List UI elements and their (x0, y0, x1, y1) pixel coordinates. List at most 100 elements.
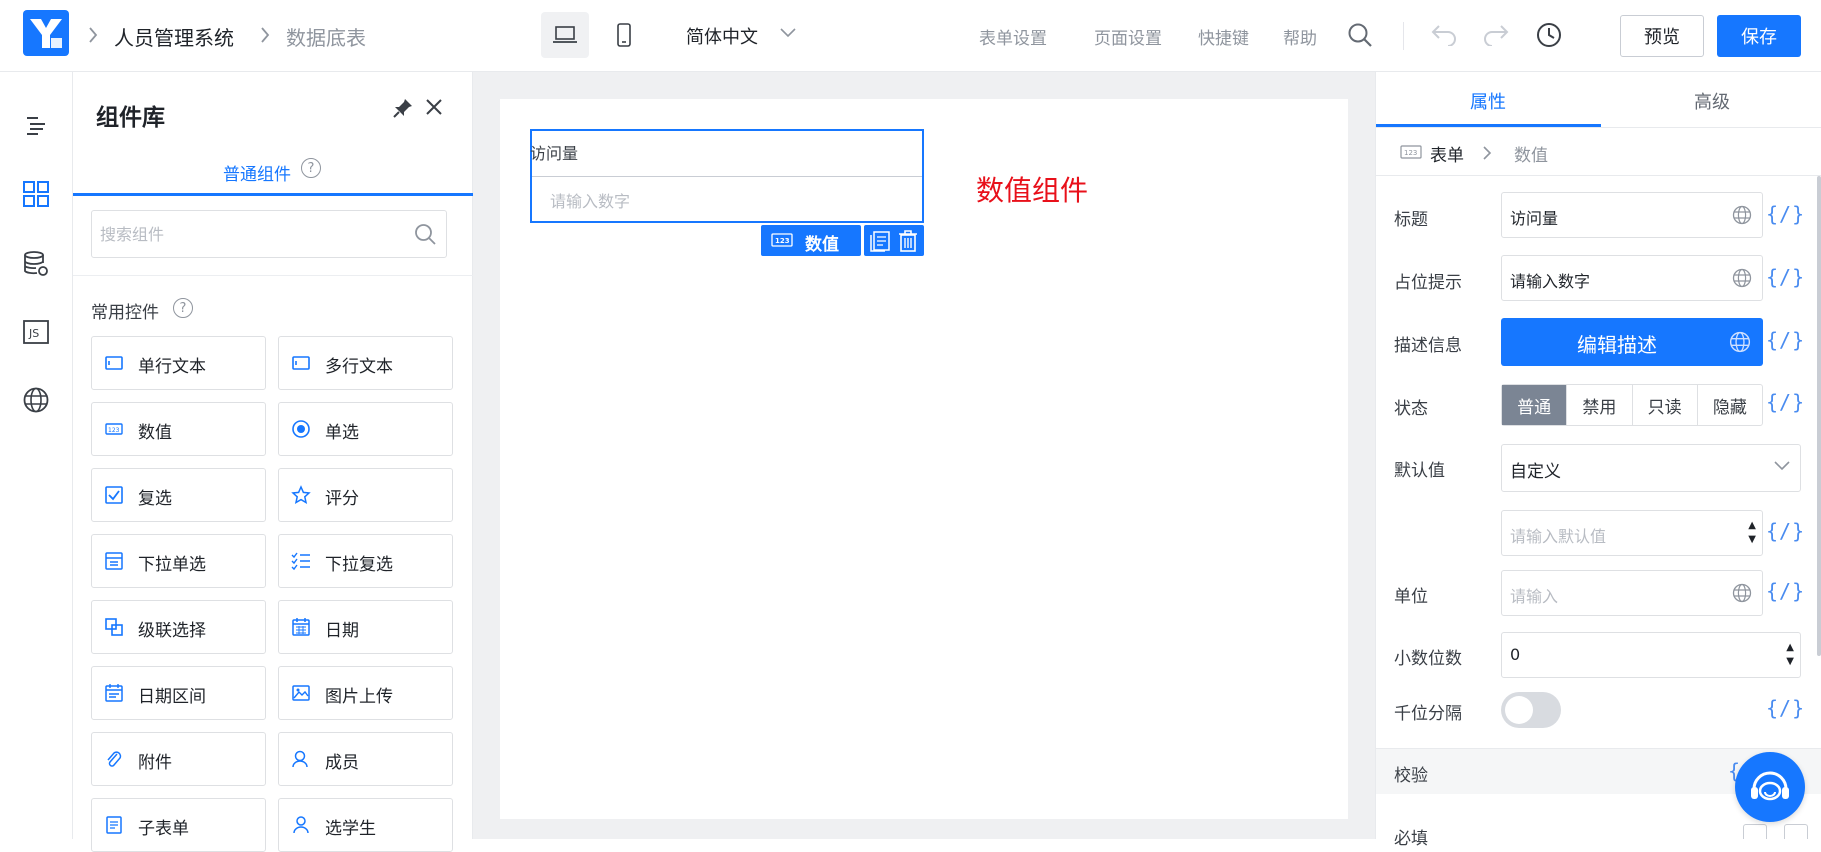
default-value-label: 默认值 (1394, 461, 1445, 481)
component-item[interactable]: 子表单 (91, 798, 266, 852)
desktop-view-button[interactable] (541, 12, 589, 58)
title-input[interactable]: 访问量 (1501, 192, 1763, 238)
help-link[interactable]: 帮助 (1283, 24, 1317, 49)
component-item[interactable]: 123 数值 (91, 402, 266, 456)
edit-description-label: 编辑描述 (1577, 333, 1657, 357)
formula-button[interactable]: {/} (1766, 696, 1805, 720)
unit-input[interactable]: 请输入 (1501, 570, 1763, 616)
user-icon (292, 750, 308, 768)
chevron-down-icon[interactable] (780, 28, 796, 38)
component-item[interactable]: 单行文本 (91, 336, 266, 390)
student-icon (293, 816, 309, 834)
section-title: 常用控件 (91, 303, 159, 323)
globe-icon[interactable] (1732, 268, 1752, 288)
save-button[interactable]: 保存 (1717, 15, 1801, 57)
page-settings-link[interactable]: 页面设置 (1094, 24, 1162, 49)
history-icon[interactable] (1536, 22, 1562, 48)
form-settings-link[interactable]: 表单设置 (979, 24, 1047, 49)
globe-icon[interactable] (1729, 331, 1751, 353)
components-icon[interactable] (20, 178, 52, 210)
globe-icon[interactable] (20, 384, 52, 416)
mobile-view-button[interactable] (600, 12, 648, 58)
help-icon[interactable]: ? (301, 158, 321, 178)
title-value: 访问量 (1510, 209, 1559, 228)
component-label: 成员 (325, 753, 359, 773)
default-mode-select[interactable]: 自定义 (1501, 444, 1801, 492)
thousands-separator-toggle[interactable] (1501, 692, 1561, 728)
component-item[interactable]: 成员 (278, 732, 453, 786)
placeholder-label: 占位提示 (1394, 273, 1462, 293)
unit-placeholder: 请输入 (1510, 587, 1559, 606)
outline-icon[interactable] (20, 110, 52, 142)
status-option-readonly[interactable]: 只读 (1633, 385, 1698, 425)
number-stepper[interactable]: ▲ ▼ (1786, 641, 1794, 669)
formula-button[interactable]: {/} (1766, 265, 1805, 289)
status-option-hidden[interactable]: 隐藏 (1698, 385, 1762, 425)
number-stepper[interactable]: ▲ ▼ (1748, 519, 1756, 547)
js-icon[interactable]: JS (20, 316, 52, 348)
decimals-input[interactable]: 0 ▲ ▼ (1501, 632, 1801, 678)
component-item[interactable]: 评分 (278, 468, 453, 522)
component-item[interactable]: 下拉复选 (278, 534, 453, 588)
default-value-input[interactable]: 请输入默认值 ▲ ▼ (1501, 510, 1763, 556)
component-search-input[interactable] (100, 211, 400, 257)
headset-icon (1751, 771, 1789, 801)
delete-icon[interactable] (898, 230, 918, 252)
field-label: 访问量 (530, 144, 579, 163)
status-option-normal[interactable]: 普通 (1502, 385, 1568, 425)
number-field-selected[interactable]: 访问量 请输入数字 (530, 129, 924, 223)
component-item[interactable]: 复选 (91, 468, 266, 522)
required-toggle[interactable] (1784, 824, 1808, 839)
chevron-down-icon (1774, 461, 1790, 471)
formula-button[interactable]: {/} (1766, 579, 1805, 603)
app-logo[interactable] (23, 10, 69, 56)
component-search-box (91, 210, 447, 258)
language-select[interactable]: 简体中文 (686, 23, 758, 49)
customer-service-button[interactable] (1735, 752, 1805, 822)
breadcrumb-app[interactable]: 人员管理系统 (114, 22, 234, 51)
subform-icon (106, 816, 122, 834)
shortcuts-link[interactable]: 快捷键 (1198, 24, 1249, 49)
close-icon[interactable] (425, 98, 443, 116)
tab-properties[interactable]: 属性 (1470, 88, 1506, 114)
formula-button[interactable]: {/} (1766, 202, 1805, 226)
component-label: 单行文本 (138, 357, 206, 377)
selection-tag: 123 数值 (761, 225, 861, 256)
component-item[interactable]: 选学生 (278, 798, 453, 852)
formula-button[interactable]: {/} (1766, 390, 1805, 414)
component-item[interactable]: 下拉单选 (91, 534, 266, 588)
edit-description-button[interactable]: 编辑描述 (1501, 318, 1763, 366)
decimals-value: 0 (1510, 645, 1521, 664)
component-item[interactable]: 图片上传 (278, 666, 453, 720)
component-item[interactable]: 日期区间 (91, 666, 266, 720)
tab-common-components[interactable]: 普通组件 ? (73, 152, 473, 196)
component-item[interactable]: 多行文本 (278, 336, 453, 390)
star-icon (291, 485, 311, 504)
component-item[interactable]: 级联选择 (91, 600, 266, 654)
datasource-icon[interactable] (20, 248, 52, 280)
help-icon[interactable]: ? (173, 298, 193, 318)
redo-icon[interactable] (1482, 22, 1510, 46)
search-icon[interactable] (414, 223, 436, 245)
edit-icon[interactable] (1743, 824, 1767, 839)
breadcrumb-form[interactable]: 表单 (1430, 141, 1464, 166)
component-item[interactable]: 单选 (278, 402, 453, 456)
component-item[interactable]: 附件 (91, 732, 266, 786)
breadcrumb-page[interactable]: 数据底表 (286, 22, 366, 51)
status-option-disabled[interactable]: 禁用 (1567, 385, 1633, 425)
svg-text:123: 123 (108, 427, 120, 434)
formula-button[interactable]: {/} (1766, 328, 1805, 352)
globe-icon[interactable] (1732, 205, 1752, 225)
copy-icon[interactable] (869, 230, 891, 252)
pin-icon[interactable] (391, 96, 415, 120)
decimals-label: 小数位数 (1394, 649, 1462, 669)
undo-icon[interactable] (1430, 22, 1458, 46)
placeholder-input[interactable]: 请输入数字 (1501, 255, 1763, 301)
preview-button[interactable]: 预览 (1620, 15, 1704, 57)
search-icon[interactable] (1347, 22, 1373, 48)
component-item[interactable]: 日期 (278, 600, 453, 654)
globe-icon[interactable] (1732, 583, 1752, 603)
formula-button[interactable]: {/} (1766, 519, 1805, 543)
properties-scrollbar[interactable] (1817, 176, 1821, 656)
tab-advanced[interactable]: 高级 (1694, 88, 1730, 114)
